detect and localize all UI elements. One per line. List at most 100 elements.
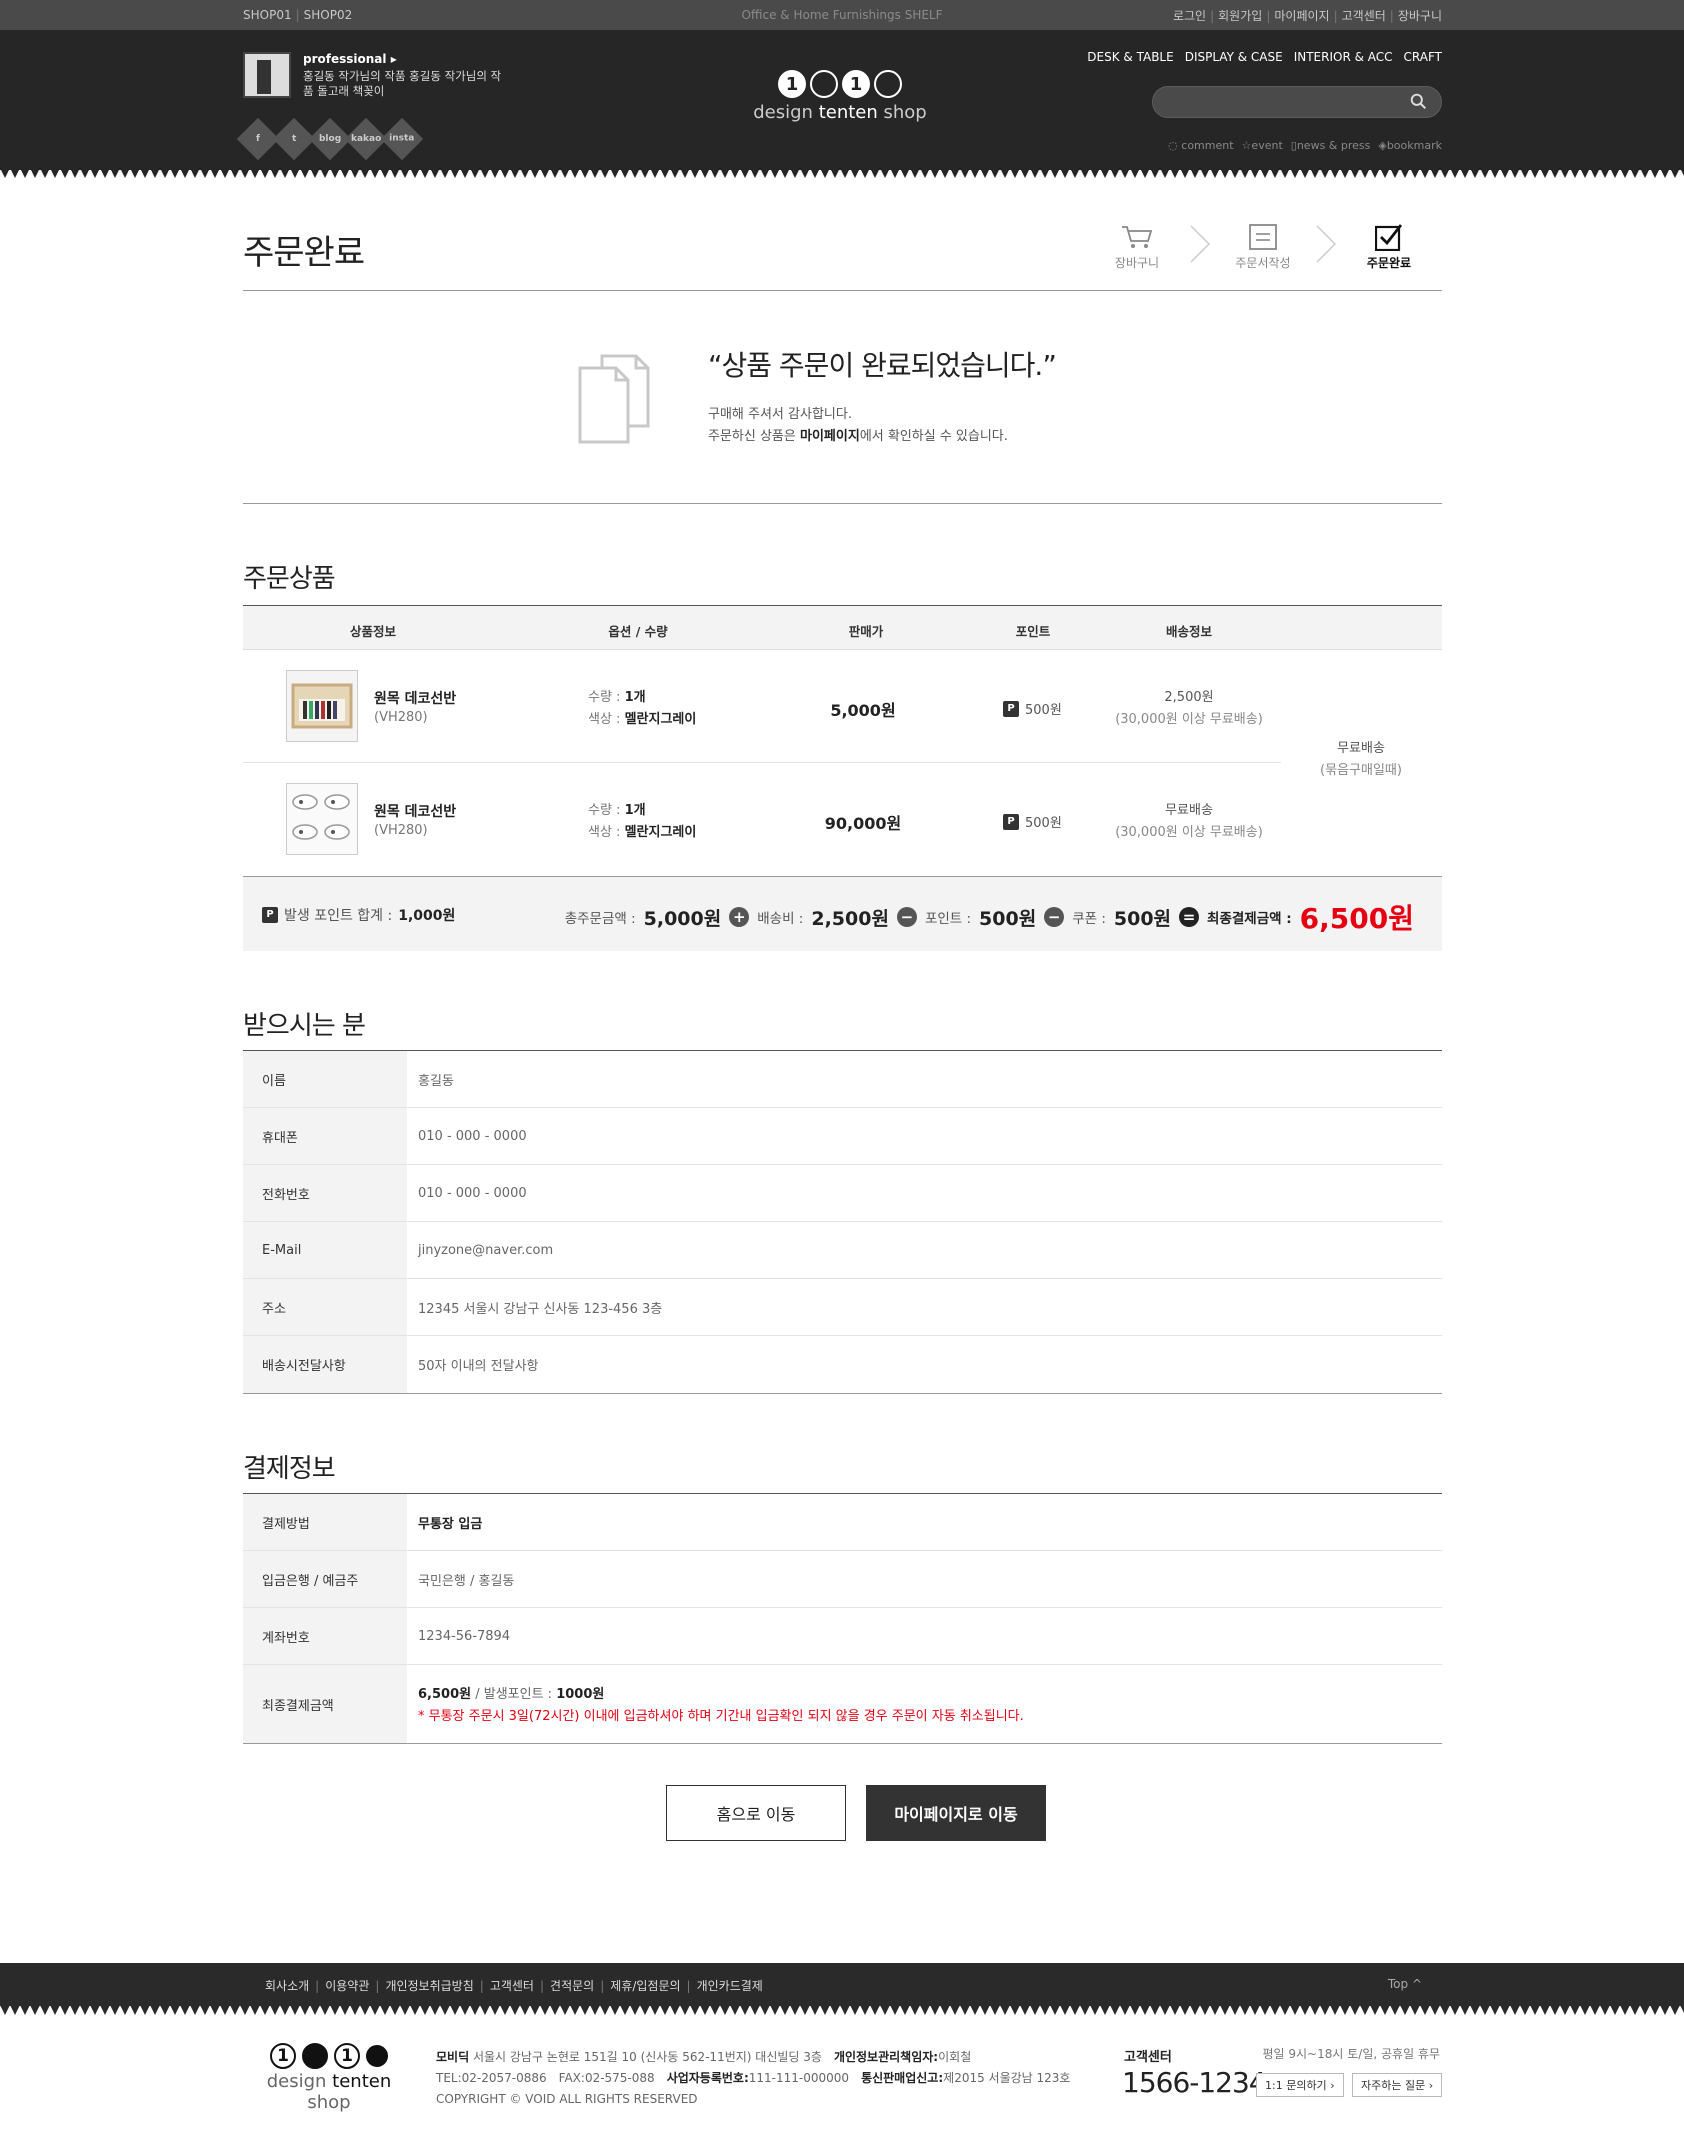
order-items-title: 주문상품 [243, 564, 336, 594]
receiver-row-phone: 전화번호 010 - 000 - 0000 [243, 1165, 1442, 1222]
comment-icon: ◌ [1168, 139, 1178, 152]
cs-hours: 평일 9시~18시 토/일, 공휴일 휴무 [1262, 2047, 1440, 2061]
go-home-button[interactable]: 홈으로 이동 [666, 1785, 846, 1841]
step-complete: 주문완료 [1352, 222, 1426, 271]
point-badge-icon: P [1003, 700, 1019, 717]
receiver-table: 이름 홍길동 휴대폰 010 - 000 - 0000 전화번호 010 - 000 … [243, 1050, 1442, 1394]
plus-icon: + [729, 907, 750, 927]
check-icon [1375, 224, 1403, 251]
footer-zigzag-edge [0, 2005, 1684, 2017]
order-summary-bar: P 발생 포인트 합계 : 1,000원 총주문금액 : 5,000원 + 배송비… [243, 876, 1442, 951]
mypage-link[interactable]: 마이페이지 [1274, 9, 1329, 23]
cs-label: 고객센터 [1124, 2050, 1172, 2065]
nav-display-case[interactable]: DISPLAY & CASE [1185, 50, 1283, 64]
bookmark-link[interactable]: ◈bookmark [1378, 139, 1442, 152]
footer-links: 회사소개 | 이용약관 | 개인정보취급방침 | 고객센터 | 견적문의 | 제휴/입점문의 | 개인카… [265, 1979, 763, 1993]
product-shipping: 무료배송 (30,000원 이상 무료배송) [1115, 803, 1263, 840]
total-amount: 5,000원 [643, 907, 722, 930]
payment-row-bank: 입금은행 / 예금주 국민은행 / 홍길동 [243, 1551, 1442, 1608]
star-icon: ☆ [1241, 139, 1252, 152]
order-complete-headline: “상품 주문이 완료되었습니다.” [708, 349, 1057, 382]
form-icon [1249, 224, 1277, 250]
inquiry-button[interactable]: 1:1 문의하기 › [1256, 2073, 1344, 2097]
nav-craft[interactable]: CRAFT [1404, 50, 1442, 64]
product-shipping: 2,500원 (30,000원 이상 무료배송) [1115, 690, 1263, 727]
nav-desk-table[interactable]: DESK & TABLE [1087, 50, 1173, 64]
logo-circle-2 [810, 70, 838, 98]
logo-circle-4 [874, 70, 902, 98]
login-link[interactable]: 로그인 [1173, 9, 1206, 23]
copyright: COPYRIGHT © VOID ALL RIGHTS RESERVED [436, 2092, 698, 2106]
event-link[interactable]: ☆event [1242, 139, 1283, 152]
customer-center-link[interactable]: 고객센터 [1342, 9, 1386, 23]
product-thumbnail[interactable] [286, 783, 358, 855]
footer-bar: 회사소개 | 이용약관 | 개인정보취급방침 | 고객센터 | 견적문의 | 제휴/입점문의 | 개인카… [0, 1963, 1684, 2006]
product-name[interactable]: 원목 데코선반 [374, 801, 456, 821]
comment-link[interactable]: ◌ comment [1168, 139, 1233, 152]
bookmark-icon: ◈ [1378, 139, 1387, 152]
social-links: f t blog kakao insta [236, 117, 424, 161]
receiver-row-mobile: 휴대폰 010 - 000 - 0000 [243, 1108, 1442, 1165]
point-amount: 500원 [979, 907, 1037, 930]
search-icon[interactable] [1410, 93, 1427, 110]
cs-phone-number: 1566-1234 [1122, 2066, 1267, 2099]
company-info: 모비딕 서울시 강남구 논현로 151길 10 (신사동 562-11번지) 대… [436, 2047, 1070, 2110]
product-price: 90,000원 [824, 814, 902, 833]
product-options: 수량 : 1개 색상 : 멜란지그레이 [588, 803, 697, 840]
instagram-icon[interactable]: insta [380, 117, 424, 161]
product-price: 5,000원 [830, 701, 896, 720]
header-zigzag-edge [0, 168, 1684, 180]
step-order-form: 주문서작성 [1226, 222, 1300, 271]
order-table-header: 상품정보 옵션 / 수량 판매가 포인트 배송정보 [243, 605, 1442, 650]
payment-title: 결제정보 [243, 1454, 336, 1484]
product-code: (VH280) [374, 823, 428, 838]
payment-summary: 총주문금액 : 5,000원 + 배송비 : 2,500원 − 포인트 : 50… [565, 897, 1414, 937]
faq-button[interactable]: 자주하는 질문 › [1352, 2073, 1443, 2097]
receiver-row-address: 주소 12345 서울시 강남구 신사동 123-456 3층 [243, 1279, 1442, 1336]
product-thumbnail[interactable] [286, 670, 358, 742]
product-code: (VH280) [374, 710, 428, 725]
site-logo[interactable]: 1 1 design tenten shop [740, 70, 940, 123]
footer-logo-text: design tenten shop [266, 2071, 392, 2113]
chevron-right-icon: › [1428, 2078, 1434, 2092]
final-amount: 6,500원 [1299, 902, 1414, 935]
col-shipping: 배송정보 [1165, 624, 1213, 639]
footer-link-privacy[interactable]: 개인정보취급방침 [385, 1979, 473, 1993]
back-to-top-button[interactable]: Top ^ [1388, 1977, 1422, 1991]
receiver-row-memo: 배송시전달사항 50자 이내의 전달사항 [243, 1336, 1442, 1393]
mypage-inline-text: 마이페이지 [800, 429, 860, 444]
chevron-up-icon: ^ [1411, 1977, 1422, 1991]
footer-link-quote[interactable]: 견적문의 [550, 1979, 594, 1993]
point-badge-icon: P [262, 907, 278, 923]
footer-link-cs[interactable]: 고객센터 [490, 1979, 534, 1993]
product-name[interactable]: 원목 데코선반 [374, 688, 456, 708]
shipping-amount: 2,500원 [811, 907, 889, 930]
profile-name[interactable]: professional ▸ [303, 52, 397, 66]
order-steps: 장바구니 주문서작성 주문완료 [1100, 222, 1426, 271]
logo-circle-1: 1 [270, 2043, 296, 2069]
payment-row-method: 결제방법 무통장 입금 [243, 1494, 1442, 1551]
footer-link-terms[interactable]: 이용약관 [325, 1979, 369, 1993]
cart-link[interactable]: 장바구니 [1398, 9, 1442, 23]
document-icon [578, 354, 650, 444]
footer-link-card[interactable]: 개인카드결제 [697, 1979, 763, 1993]
nav-interior-acc[interactable]: INTERIOR & ACC [1294, 50, 1393, 64]
page-title: 주문완료 [243, 233, 365, 273]
news-link[interactable]: ▯news & press [1291, 139, 1371, 152]
product-point: P 500원 [1003, 812, 1062, 831]
go-mypage-button[interactable]: 마이페이지로 이동 [866, 1785, 1046, 1841]
signup-link[interactable]: 회원가입 [1218, 9, 1262, 23]
search-input[interactable] [1152, 86, 1442, 118]
payment-row-account: 계좌번호 1234-56-7894 [243, 1608, 1442, 1665]
profile-image[interactable] [243, 52, 291, 98]
col-option: 옵션 / 수량 [608, 624, 668, 639]
payment-warning: * 무통장 주문시 3일(72시간) 이내에 입금하셔야 하며 기간내 입금확인… [418, 1709, 1024, 1724]
step-arrow-icon [1174, 222, 1226, 266]
coupon-amount: 500원 [1113, 907, 1172, 930]
footer-logo[interactable]: 1 1 design tenten shop [243, 2043, 415, 2113]
footer-link-about[interactable]: 회사소개 [265, 1979, 309, 1993]
table-row: 원목 데코선반 (VH280) 수량 : 1개 색상 : 멜란지그레이 5,00… [243, 650, 1281, 763]
footer-link-partner[interactable]: 제휴/입점문의 [610, 1979, 680, 1993]
logo-circle-4 [366, 2045, 388, 2067]
top-utility-bar: SHOP01 | SHOP02 Office & Home Furnishings … [0, 0, 1684, 30]
